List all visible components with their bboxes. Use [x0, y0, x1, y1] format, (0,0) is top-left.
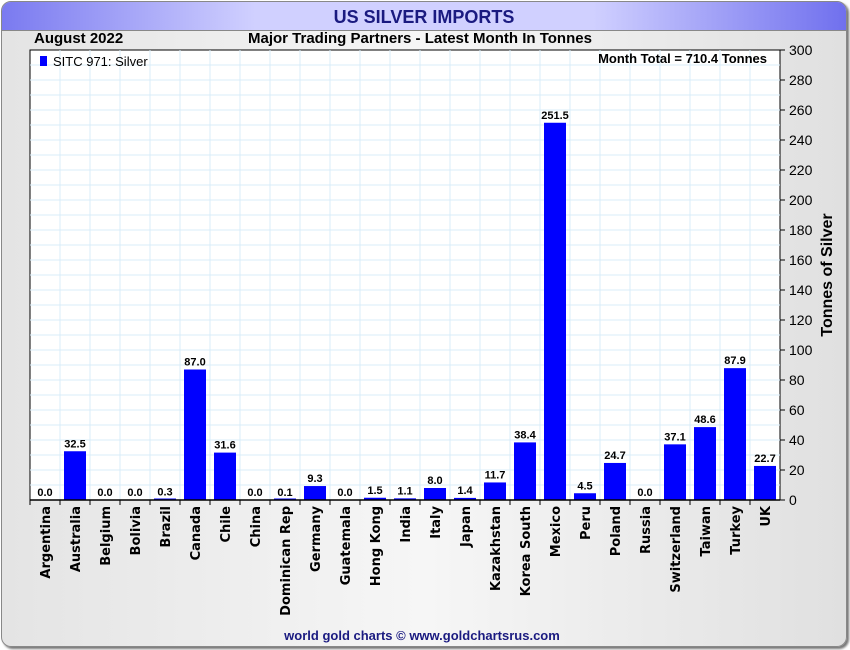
x-tick-label: Bolivia [129, 506, 144, 555]
data-label: 87.0 [184, 357, 205, 369]
x-tick-label: UK [759, 505, 774, 527]
y-tick-label: 120 [789, 312, 813, 328]
y-axis-label: Tonnes of Silver [819, 213, 836, 336]
x-tick-label: Canada [189, 506, 204, 560]
data-label: 31.6 [214, 440, 235, 452]
y-tick-label: 0 [789, 492, 797, 508]
x-tick-label: Argentina [39, 506, 54, 579]
y-tick-label: 40 [789, 432, 805, 448]
data-label: 24.7 [604, 450, 625, 462]
y-tick-label: 180 [789, 222, 813, 238]
data-label: 22.7 [754, 453, 775, 465]
x-tick-label: Germany [309, 505, 324, 571]
bar-germany [304, 486, 326, 500]
bar-turkey [724, 368, 746, 500]
x-tick-label: Taiwan [699, 506, 714, 556]
bar-korea-south [514, 442, 536, 500]
x-tick-label: Italy [429, 505, 444, 538]
y-tick-label: 140 [789, 282, 813, 298]
x-tick-label: Hong Kong [369, 506, 384, 586]
x-tick-label: Poland [609, 506, 624, 556]
data-label: 8.0 [427, 475, 442, 487]
y-tick-label: 240 [789, 132, 813, 148]
bar-chile [214, 452, 236, 500]
legend-label: SITC 971: Silver [53, 54, 148, 69]
data-label: 0.0 [97, 487, 112, 499]
x-tick-label: Dominican Rep [279, 506, 294, 616]
data-label: 0.0 [637, 487, 652, 499]
y-tick-label: 100 [789, 342, 813, 358]
data-label: 9.3 [307, 473, 322, 485]
x-tick-label: Mexico [549, 506, 564, 557]
bar-mexico [544, 122, 566, 500]
data-label: 11.7 [485, 469, 506, 481]
y-tick-label: 220 [789, 162, 813, 178]
data-label: 0.0 [337, 487, 352, 499]
y-tick-label: 160 [789, 252, 813, 268]
bar-kazakhstan [484, 482, 506, 500]
data-label: 1.1 [397, 485, 412, 497]
y-tick-label: 260 [789, 102, 813, 118]
data-label: 0.3 [157, 487, 172, 499]
y-tick-label: 60 [789, 402, 805, 418]
bar-chart: 0 20 40 60 80 100 120 140 160 180 200 220 240 260 280 3… [29, 42, 836, 616]
bar-peru [574, 493, 596, 500]
x-tick-label: Chile [219, 506, 234, 543]
month-total-annotation: Month Total = 710.4 Tonnes [598, 51, 767, 66]
bar-taiwan [694, 427, 716, 500]
y-tick-label: 200 [789, 192, 813, 208]
x-tick-label: China [249, 506, 264, 547]
data-label: 1.4 [457, 485, 473, 497]
y-tick-label: 280 [789, 72, 813, 88]
x-tick-label: Japan [459, 506, 474, 548]
x-tick-label: India [399, 506, 414, 543]
data-label: 87.9 [724, 355, 745, 367]
x-tick-label: Belgium [99, 506, 114, 566]
data-label: 0.0 [37, 487, 52, 499]
bar-canada [184, 369, 206, 500]
data-label: 32.5 [64, 438, 85, 450]
data-label: 37.1 [664, 431, 685, 443]
legend-swatch [40, 56, 47, 66]
data-label: 48.6 [694, 414, 715, 426]
x-tick-label: Korea South [519, 506, 534, 596]
x-tick-label: Turkey [729, 505, 744, 554]
data-label: 0.1 [277, 487, 292, 499]
x-tick-label: Australia [69, 506, 84, 572]
bar-poland [604, 462, 626, 500]
x-tick-label: Guatemala [339, 506, 354, 585]
x-tick-label: Russia [639, 506, 654, 554]
y-tick-label: 80 [789, 372, 805, 388]
x-tick-label: Kazakhstan [489, 506, 504, 591]
x-tick-label: Peru [579, 506, 594, 540]
data-label: 1.5 [367, 485, 382, 497]
data-label: 4.5 [577, 480, 592, 492]
data-label: 251.5 [541, 110, 569, 122]
bar-italy [424, 488, 446, 500]
bar-australia [64, 451, 86, 500]
y-tick-label: 300 [789, 42, 813, 58]
data-label: 38.4 [514, 429, 536, 441]
bar-uk [754, 465, 776, 500]
y-tick-label: 20 [789, 462, 805, 478]
data-label: 0.0 [127, 487, 142, 499]
data-label: 0.0 [247, 487, 262, 499]
x-tick-label: Switzerland [669, 506, 684, 593]
x-tick-label: Brazil [159, 506, 174, 548]
bar-switzerland [664, 444, 686, 500]
